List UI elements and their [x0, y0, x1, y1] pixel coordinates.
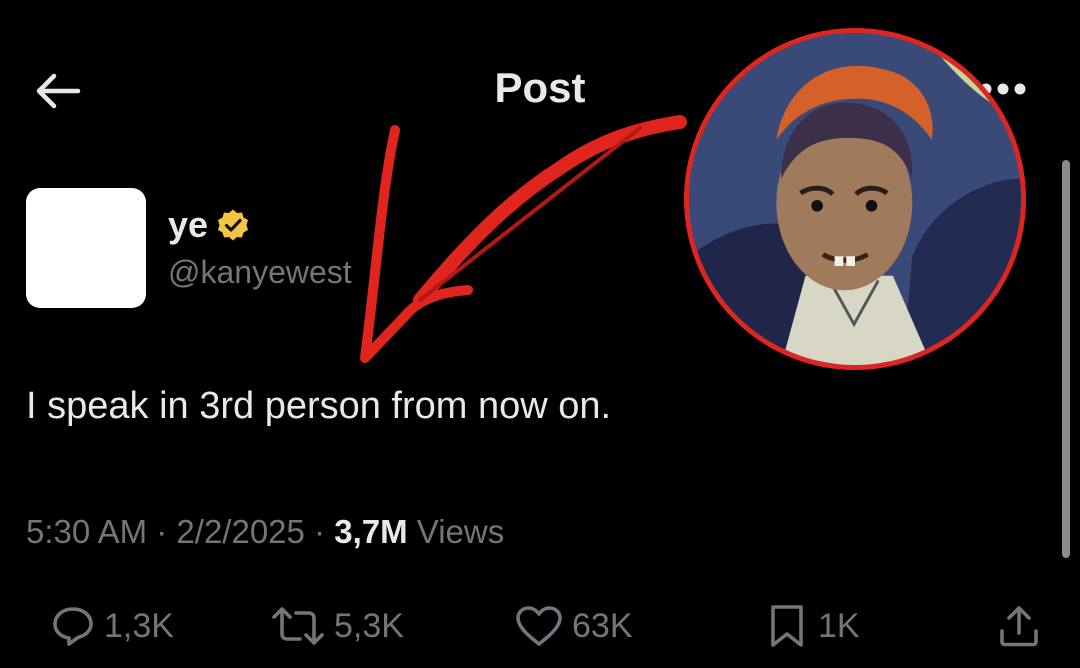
display-name[interactable]: ye [168, 204, 208, 246]
reply-icon [53, 607, 93, 646]
reply-button[interactable]: 1,3K [50, 596, 174, 656]
verified-badge-icon [218, 209, 249, 241]
portrait-illustration [689, 33, 1021, 365]
post-meta: 5:30 AM · 2/2/2025 · 3,7M Views [26, 513, 504, 551]
repost-count: 5,3K [334, 606, 404, 645]
post-time: 5:30 AM [26, 513, 148, 550]
like-count: 63K [572, 606, 633, 645]
meta-separator: · [156, 513, 168, 550]
meta-separator: · [314, 513, 326, 550]
views-label: Views [416, 513, 505, 550]
author-handle[interactable]: @kanyewest [168, 254, 352, 291]
post-text: I speak in 3rd person from now on. [26, 385, 612, 427]
author-name-row[interactable]: ye [168, 202, 250, 248]
like-icon [516, 606, 562, 646]
repost-button[interactable]: 5,3K [270, 596, 404, 656]
bookmark-button[interactable]: 1K [764, 596, 860, 656]
bookmark-count: 1K [818, 606, 860, 645]
like-button[interactable]: 63K [514, 596, 633, 656]
bookmark-icon [771, 605, 803, 647]
scrollbar[interactable] [1062, 160, 1070, 558]
views-count: 3,7M [334, 513, 408, 550]
post-date: 2/2/2025 [176, 513, 305, 550]
avatar[interactable] [26, 188, 146, 308]
share-button[interactable] [996, 596, 1042, 656]
repost-icon [272, 607, 324, 645]
share-icon [1000, 606, 1038, 647]
profile-illustration [684, 28, 1026, 370]
reply-count: 1,3K [104, 606, 174, 645]
